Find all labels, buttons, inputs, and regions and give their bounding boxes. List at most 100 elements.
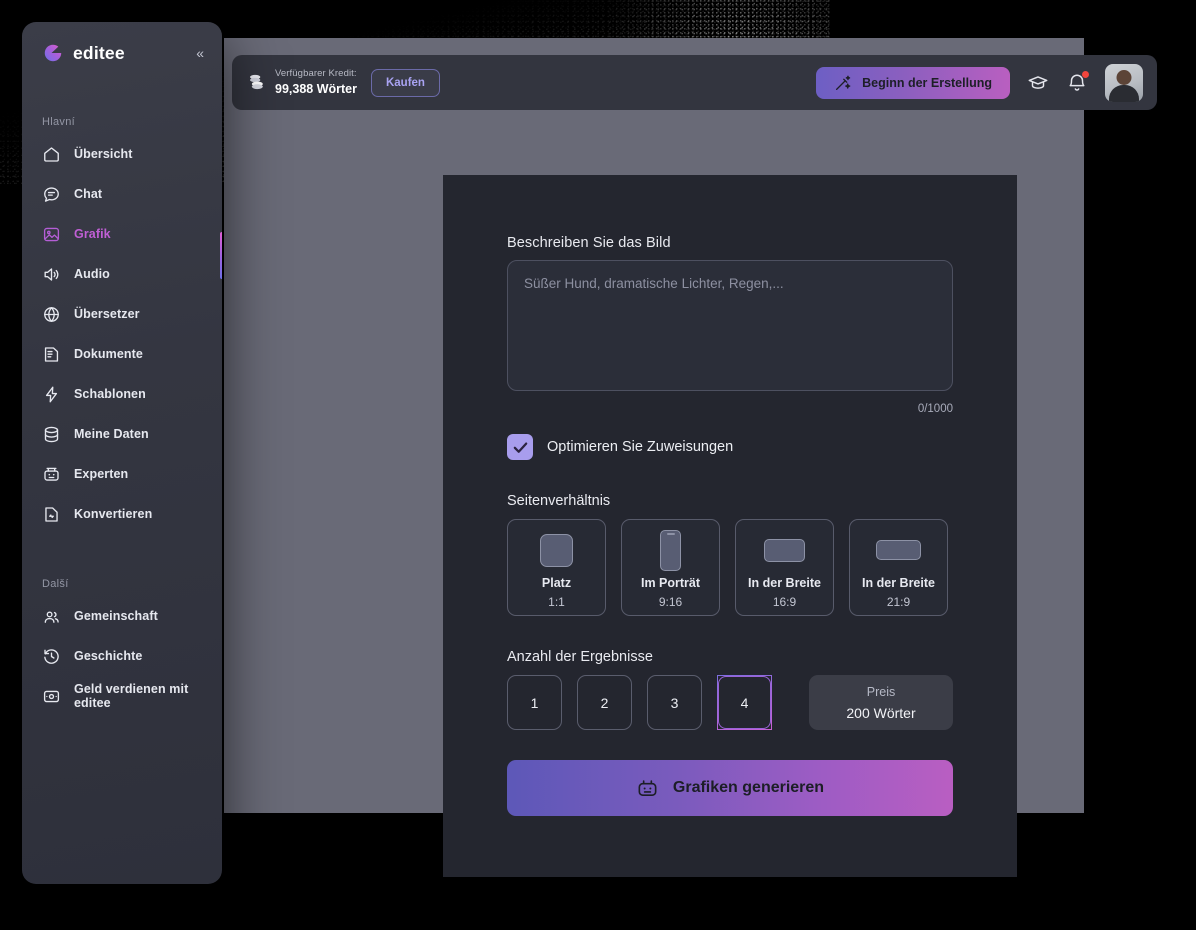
price-box: Preis 200 Wörter xyxy=(809,675,953,730)
sidebar-item-label: Geld verdienen mit editee xyxy=(74,682,189,710)
aspect-ratio-name: In der Breite xyxy=(748,576,821,590)
character-counter: 0/1000 xyxy=(917,403,953,415)
sidebar-item-label: Audio xyxy=(74,267,110,281)
sidebar-item-chat[interactable]: Chat xyxy=(22,174,222,214)
shape-preview-wide-16-9 xyxy=(764,528,805,572)
document-icon xyxy=(44,346,59,362)
aspect-ratio-options: Platz 1:1 Im Porträt 9:16 In der Breite … xyxy=(507,519,953,616)
sidebar-item-label: Schablonen xyxy=(74,387,146,401)
aspect-ratio-name: Im Porträt xyxy=(640,576,701,590)
speaker-icon xyxy=(44,267,59,281)
sidebar-item-audio[interactable]: Audio xyxy=(22,254,222,294)
aspect-ratio-title: Seitenverhältnis xyxy=(507,493,611,509)
aspect-ratio-value: 21:9 xyxy=(886,595,911,609)
sidebar-item-geschichte[interactable]: Geschichte xyxy=(22,636,222,676)
sidebar: editee « Hlavní Übersicht Chat Grafik Au… xyxy=(22,22,222,884)
users-icon xyxy=(44,610,59,623)
editee-logo-icon xyxy=(44,44,62,62)
generator-panel: Beschreiben Sie das Bild 0/1000 Optimier… xyxy=(443,175,1017,877)
sidebar-item-gemeinschaft[interactable]: Gemeinschaft xyxy=(22,596,222,636)
logo-text: editee xyxy=(73,42,125,63)
database-icon xyxy=(44,426,59,442)
sidebar-item-label: Chat xyxy=(74,187,103,201)
results-count-3[interactable]: 3 xyxy=(647,675,702,730)
optimize-row[interactable]: Optimieren Sie Zuweisungen xyxy=(507,434,953,460)
price-label: Preis xyxy=(866,684,896,699)
credit-value: 99,388 Wörter xyxy=(275,81,357,96)
sidebar-item-label: Experten xyxy=(74,467,129,481)
avatar-body xyxy=(1109,84,1139,102)
aspect-ratio-value: 16:9 xyxy=(772,595,797,609)
money-box-icon xyxy=(43,690,60,702)
shape-preview-wide-21-9 xyxy=(876,528,921,572)
sidebar-item-dokumente[interactable]: Dokumente xyxy=(22,334,222,374)
aspect-ratio-option-16-9[interactable]: In der Breite 16:9 xyxy=(735,519,834,616)
sidebar-item-experten[interactable]: Experten xyxy=(22,454,222,494)
aspect-ratio-option-21-9[interactable]: In der Breite 21:9 xyxy=(849,519,948,616)
top-bar: Verfügbarer Kredit: 99,388 Wörter Kaufen… xyxy=(232,55,1157,110)
notifications-button[interactable] xyxy=(1066,70,1089,94)
history-icon xyxy=(44,648,59,664)
sidebar-item-label: Konvertieren xyxy=(74,507,153,521)
results-count-1[interactable]: 1 xyxy=(507,675,562,730)
sidebar-item-label: Übersicht xyxy=(74,147,133,161)
sidebar-item-label: Grafik xyxy=(74,227,111,241)
lightning-icon xyxy=(45,386,58,402)
start-creation-button[interactable]: Beginn der Erstellung xyxy=(816,66,1010,99)
sidebar-item-schablonen[interactable]: Schablonen xyxy=(22,374,222,414)
sidebar-item-label: Meine Daten xyxy=(74,427,149,441)
optimize-label: Optimieren Sie Zuweisungen xyxy=(547,439,734,455)
avatar[interactable] xyxy=(1105,63,1143,102)
aspect-ratio-value: 9:16 xyxy=(658,595,683,609)
shape-preview-square xyxy=(540,528,573,572)
prompt-input[interactable] xyxy=(507,260,953,391)
sidebar-group-label-more: Další xyxy=(42,578,69,590)
sidebar-item-ubersicht[interactable]: Übersicht xyxy=(22,134,222,174)
sidebar-item-grafik[interactable]: Grafik xyxy=(22,214,222,254)
price-value: 200 Wörter xyxy=(846,704,916,721)
sidebar-group-label-main: Hlavní xyxy=(42,116,75,128)
results-count-4[interactable]: 4 xyxy=(717,675,772,730)
academy-button[interactable] xyxy=(1027,72,1049,94)
aspect-ratio-option-1-1[interactable]: Platz 1:1 xyxy=(507,519,606,616)
shape-preview-portrait xyxy=(660,528,681,572)
magic-wand-icon xyxy=(836,75,851,90)
sidebar-header: editee « xyxy=(22,22,222,64)
file-convert-icon xyxy=(45,506,58,522)
aspect-ratio-value: 1:1 xyxy=(548,595,565,609)
generate-graphics-button[interactable]: Grafiken generieren xyxy=(507,760,953,816)
image-icon xyxy=(43,227,60,241)
sidebar-item-label: Gemeinschaft xyxy=(74,609,158,623)
results-count-options: 1 2 3 4 Preis 200 Wörter xyxy=(507,675,953,730)
generate-button-label: Grafiken generieren xyxy=(672,779,825,796)
aspect-ratio-name: In der Breite xyxy=(862,576,935,590)
results-count-title: Anzahl der Ergebnisse xyxy=(507,649,653,665)
prompt-label: Beschreiben Sie das Bild xyxy=(507,235,671,251)
sidebar-item-label: Übersetzer xyxy=(74,307,140,321)
start-creation-label: Beginn der Erstellung xyxy=(862,75,992,90)
sidebar-item-geld-verdienen[interactable]: Geld verdienen mit editee xyxy=(22,676,222,716)
notification-dot xyxy=(1082,70,1089,78)
top-bar-actions: Beginn der Erstellung xyxy=(816,63,1143,102)
sidebar-item-ubersetzer[interactable]: Übersetzer xyxy=(22,294,222,334)
sidebar-item-label: Geschichte xyxy=(74,649,143,663)
credit-display: Verfügbarer Kredit: 99,388 Wörter xyxy=(246,67,357,96)
robot-icon xyxy=(44,467,59,481)
active-item-indicator xyxy=(220,232,222,279)
credit-label: Verfügbarer Kredit: xyxy=(275,67,357,79)
robot-face-icon xyxy=(638,779,657,796)
aspect-ratio-option-9-16[interactable]: Im Porträt 9:16 xyxy=(621,519,720,616)
globe-icon xyxy=(44,306,59,322)
collapse-sidebar-button[interactable]: « xyxy=(196,46,204,60)
optimize-checkbox[interactable] xyxy=(507,434,533,460)
results-count-2[interactable]: 2 xyxy=(577,675,632,730)
aspect-ratio-name: Platz xyxy=(541,576,572,590)
chat-bubble-icon xyxy=(44,186,59,202)
sidebar-item-meine-daten[interactable]: Meine Daten xyxy=(22,414,222,454)
buy-credits-button[interactable]: Kaufen xyxy=(370,68,440,97)
avatar-head xyxy=(1116,69,1132,85)
sidebar-item-konvertieren[interactable]: Konvertieren xyxy=(22,494,222,534)
graduation-cap-icon xyxy=(1028,75,1048,89)
sidebar-item-label: Dokumente xyxy=(74,347,143,361)
coins-icon xyxy=(250,75,263,90)
